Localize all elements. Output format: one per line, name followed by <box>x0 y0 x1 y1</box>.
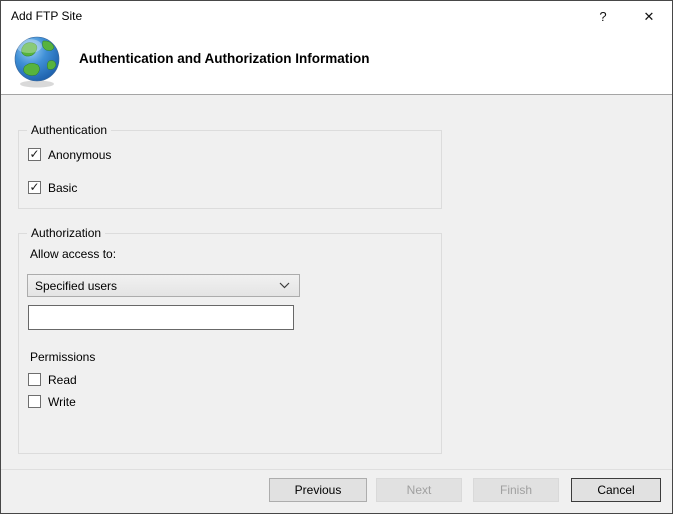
help-button[interactable]: ? <box>580 1 626 31</box>
chevron-down-icon <box>279 282 290 289</box>
read-checkbox-label: Read <box>48 373 77 387</box>
button-bar: Previous Next Finish Cancel <box>1 469 672 513</box>
allow-access-dropdown[interactable]: Specified users <box>27 274 300 297</box>
authorization-legend: Authorization <box>27 226 105 240</box>
allow-access-label: Allow access to: <box>30 247 116 261</box>
globe-icon <box>12 34 62 88</box>
help-icon: ? <box>599 10 606 23</box>
titlebar[interactable]: Add FTP Site ? ✕ <box>1 1 672 31</box>
anonymous-checkbox-label: Anonymous <box>48 148 111 162</box>
read-checkbox-row[interactable]: Read <box>28 372 77 387</box>
authentication-group: Authentication Anonymous Basic <box>18 130 442 209</box>
page-title: Authentication and Authorization Informa… <box>79 51 369 66</box>
anonymous-checkbox-row[interactable]: Anonymous <box>28 147 111 162</box>
authentication-legend: Authentication <box>27 123 111 137</box>
anonymous-checkbox[interactable] <box>28 148 41 161</box>
close-button[interactable]: ✕ <box>626 1 672 31</box>
finish-button[interactable]: Finish <box>473 478 559 502</box>
titlebar-controls: ? ✕ <box>580 1 672 31</box>
cancel-button[interactable]: Cancel <box>571 478 661 502</box>
basic-checkbox-row[interactable]: Basic <box>28 180 77 195</box>
add-ftp-site-dialog: Add FTP Site ? ✕ <box>0 0 673 514</box>
write-checkbox-label: Write <box>48 395 76 409</box>
window-title: Add FTP Site <box>11 9 82 23</box>
specified-users-input[interactable] <box>28 305 294 330</box>
basic-checkbox-label: Basic <box>48 181 77 195</box>
close-icon: ✕ <box>644 10 655 23</box>
previous-button[interactable]: Previous <box>269 478 367 502</box>
read-checkbox[interactable] <box>28 373 41 386</box>
dropdown-selected-value: Specified users <box>35 279 279 293</box>
authorization-group: Authorization Allow access to: Specified… <box>18 233 442 454</box>
write-checkbox[interactable] <box>28 395 41 408</box>
permissions-label: Permissions <box>30 350 95 364</box>
wizard-content: Authentication Anonymous Basic Authoriza… <box>1 96 672 469</box>
next-button[interactable]: Next <box>376 478 462 502</box>
wizard-header: Authentication and Authorization Informa… <box>1 31 672 95</box>
basic-checkbox[interactable] <box>28 181 41 194</box>
write-checkbox-row[interactable]: Write <box>28 394 76 409</box>
